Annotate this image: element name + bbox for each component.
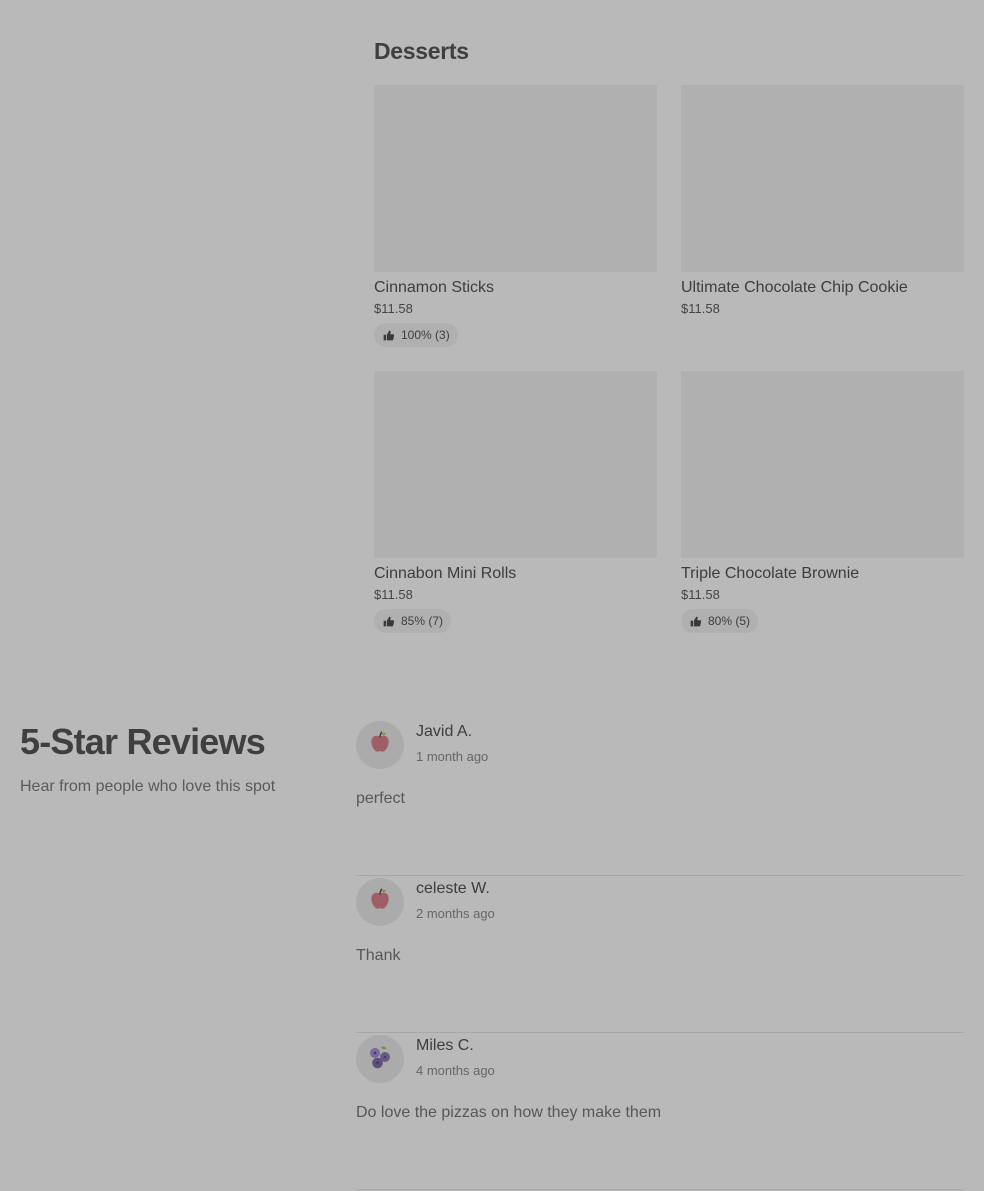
item-price: $11.58	[681, 301, 720, 316]
review-item: celeste W. 2 months ago Thank	[356, 877, 964, 1033]
item-image-placeholder	[681, 85, 964, 272]
review-text: Thank	[356, 947, 401, 964]
review-text: perfect	[356, 790, 405, 807]
reviewer-name: Javid A.	[416, 723, 473, 740]
item-name: Cinnamon Sticks	[374, 279, 495, 296]
menu-item-triple-chocolate-brownie[interactable]: Triple Chocolate Brownie $11.58 80% (5)	[681, 371, 964, 657]
rating-text: 100% (3)	[401, 328, 450, 342]
review-date: 1 month ago	[416, 749, 489, 764]
thumbs-up-icon	[382, 329, 395, 342]
rating-badge: 80% (5)	[681, 609, 759, 633]
dessert-grid: Cinnamon Sticks $11.58 100% (3) Ultimate…	[374, 85, 964, 657]
rating-text: 85% (7)	[401, 614, 444, 628]
review-list: Javid A. 1 month ago perfect celeste W. …	[356, 720, 964, 1191]
apple-icon	[365, 728, 395, 763]
rating-badge: 100% (3)	[374, 323, 458, 347]
avatar	[356, 878, 404, 926]
thumbs-up-icon	[689, 615, 702, 628]
item-name: Cinnabon Mini Rolls	[374, 565, 517, 582]
reviews-subheading: Hear from people who love this spot	[20, 778, 276, 795]
reviews-heading: 5-Star Reviews	[20, 721, 266, 762]
apple-icon	[365, 885, 395, 920]
review-item: Javid A. 1 month ago perfect	[356, 720, 964, 876]
item-price: $11.58	[374, 587, 413, 602]
item-image-placeholder	[681, 371, 964, 558]
avatar	[356, 721, 404, 769]
avatar	[356, 1035, 404, 1083]
review-date: 4 months ago	[416, 1063, 495, 1078]
rating-badge: 85% (7)	[374, 609, 452, 633]
item-image-placeholder	[374, 85, 657, 272]
section-title: Desserts	[374, 38, 469, 64]
item-name: Ultimate Chocolate Chip Cookie	[681, 279, 908, 296]
review-date: 2 months ago	[416, 906, 495, 921]
item-name: Triple Chocolate Brownie	[681, 565, 860, 582]
menu-item-ultimate-chocolate-chip-cookie[interactable]: Ultimate Chocolate Chip Cookie $11.58	[681, 85, 964, 371]
item-price: $11.58	[374, 301, 413, 316]
menu-item-cinnabon-mini-rolls[interactable]: Cinnabon Mini Rolls $11.58 85% (7)	[374, 371, 657, 657]
reviewer-name: celeste W.	[416, 880, 490, 897]
rating-text: 80% (5)	[708, 614, 751, 628]
review-text: Do love the pizzas on how they make them	[356, 1104, 662, 1121]
thumbs-up-icon	[382, 615, 395, 628]
blueberry-icon	[365, 1042, 395, 1077]
reviewer-name: Miles C.	[416, 1037, 474, 1054]
item-image-placeholder	[374, 371, 657, 558]
menu-item-cinnamon-sticks[interactable]: Cinnamon Sticks $11.58 100% (3)	[374, 85, 657, 371]
item-price: $11.58	[681, 587, 720, 602]
